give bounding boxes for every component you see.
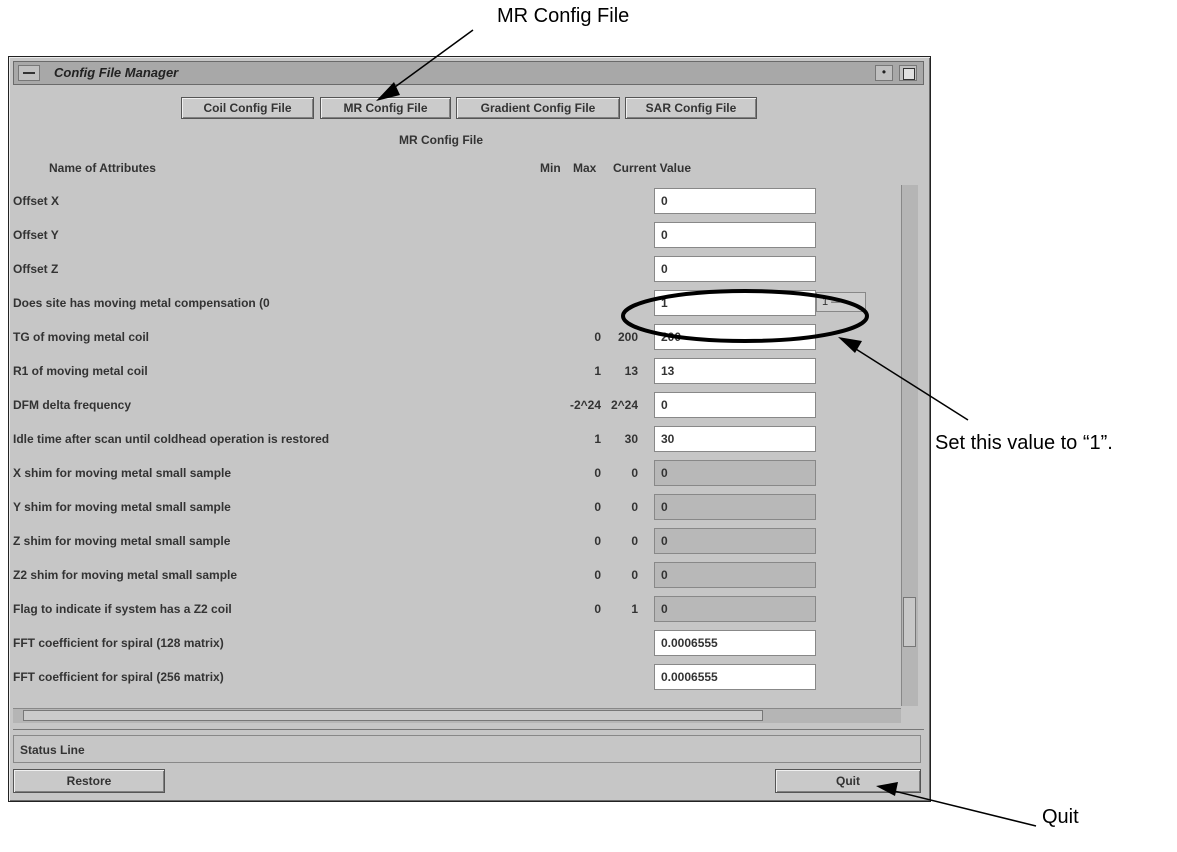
attribute-name: DFM delta frequency: [13, 398, 132, 412]
attribute-min: 0: [594, 330, 601, 344]
table-row: X shim for moving metal small sample 0 0 0: [9, 457, 909, 489]
title-bar[interactable]: Config File Manager •: [13, 61, 924, 85]
attribute-name: Y shim for moving metal small sample: [13, 500, 231, 514]
quit-button[interactable]: Quit: [775, 769, 921, 793]
current-value-field[interactable]: 1: [654, 290, 816, 316]
current-value-field: 0: [654, 494, 816, 520]
vertical-scroll-thumb[interactable]: [903, 597, 916, 647]
attribute-name: FFT coefficient for spiral (128 matrix): [13, 636, 224, 650]
current-value-field[interactable]: 30: [654, 426, 816, 452]
status-line: Status Line: [13, 735, 921, 763]
attribute-name: Offset Y: [13, 228, 59, 242]
window-menu-icon[interactable]: [18, 65, 40, 81]
current-value-field[interactable]: 0: [654, 256, 816, 282]
attribute-max: 0: [631, 466, 638, 480]
window-title: Config File Manager: [54, 65, 179, 80]
config-file-manager-window: Config File Manager • Coil Config File M…: [8, 56, 931, 802]
attribute-name: Z shim for moving metal small sample: [13, 534, 231, 548]
attribute-min: 0: [594, 602, 601, 616]
current-value-field[interactable]: 13: [654, 358, 816, 384]
current-value-field[interactable]: 0: [654, 222, 816, 248]
attribute-max: 13: [624, 364, 638, 378]
attribute-max: 200: [617, 330, 638, 344]
column-header-min: Min: [540, 161, 561, 175]
column-header-current-value: Current Value: [613, 161, 692, 175]
table-row: TG of moving metal coil 0 200 200: [9, 321, 909, 353]
current-value-field: 0: [654, 528, 816, 554]
tab-sar-config-file[interactable]: SAR Config File: [625, 97, 757, 119]
attribute-name: Does site has moving metal compensation …: [13, 296, 270, 310]
attribute-min: 1: [594, 364, 601, 378]
callout-quit: Quit: [1042, 806, 1079, 828]
attribute-name: FFT coefficient for spiral (256 matrix): [13, 670, 224, 684]
current-value-field: 0: [654, 562, 816, 588]
current-value-field[interactable]: 0.0006555: [654, 664, 816, 690]
attribute-max: 2^24: [610, 398, 638, 412]
attribute-min: 1: [594, 432, 601, 446]
tab-coil-config-file[interactable]: Coil Config File: [181, 97, 314, 119]
callout-set-value: Set this value to “1”.: [935, 432, 1113, 454]
attribute-max: 0: [631, 500, 638, 514]
attributes-list: Offset X 0 Offset Y 0 Offset Z 0 Does site has…: [9, 185, 909, 706]
table-row: Y shim for moving metal small sample 0 0 0: [9, 491, 909, 523]
callout-mr-config-file: MR Config File: [497, 5, 630, 27]
maximize-icon[interactable]: [899, 65, 917, 81]
table-row: Offset X 0: [9, 185, 909, 217]
attribute-max: 1: [631, 602, 638, 616]
attribute-min: 0: [594, 534, 601, 548]
attribute-name: Idle time after scan until coldhead oper…: [13, 432, 330, 446]
attribute-min: 0: [594, 466, 601, 480]
attribute-name: Z2 shim for moving metal small sample: [13, 568, 238, 582]
table-row: Offset Y 0: [9, 219, 909, 251]
vertical-scrollbar[interactable]: [901, 185, 918, 706]
table-row: Offset Z 0: [9, 253, 909, 285]
attribute-name: Offset X: [13, 194, 60, 208]
current-value-field[interactable]: 0.0006555: [654, 630, 816, 656]
section-title: MR Config File: [399, 133, 483, 147]
attribute-name: R1 of moving metal coil: [13, 364, 148, 378]
attribute-max: 0: [631, 568, 638, 582]
table-row: DFM delta frequency -2^24 2^24 0: [9, 389, 909, 421]
current-value-field[interactable]: 0: [654, 188, 816, 214]
tab-gradient-config-file[interactable]: Gradient Config File: [456, 97, 620, 119]
table-row: FFT coefficient for spiral (128 matrix) 0…: [9, 627, 909, 659]
current-value-field[interactable]: 200: [654, 324, 816, 350]
table-row: R1 of moving metal coil 1 13 13: [9, 355, 909, 387]
attribute-min: 0: [594, 500, 601, 514]
attribute-min: 0: [594, 568, 601, 582]
attribute-name: Offset Z: [13, 262, 59, 276]
table-row: Flag to indicate if system has a Z2 coil…: [9, 593, 909, 625]
option-menu-button[interactable]: 1 —: [816, 292, 866, 312]
attribute-name: X shim for moving metal small sample: [13, 466, 232, 480]
attribute-name: Flag to indicate if system has a Z2 coil: [13, 602, 232, 616]
column-header-max: Max: [573, 161, 597, 175]
attribute-max: 0: [631, 534, 638, 548]
restore-button[interactable]: Restore: [13, 769, 165, 793]
horizontal-scrollbar[interactable]: [13, 708, 901, 723]
tab-mr-config-file[interactable]: MR Config File: [320, 97, 451, 119]
minimize-icon[interactable]: •: [875, 65, 893, 81]
attribute-min: -2^24: [569, 398, 601, 412]
column-header-name: Name of Attributes: [49, 161, 156, 175]
current-value-field: 0: [654, 460, 816, 486]
table-row: Z2 shim for moving metal small sample 0 0 0: [9, 559, 909, 591]
divider: [13, 729, 924, 730]
table-row: Does site has moving metal compensation …: [9, 287, 909, 319]
horizontal-scroll-thumb[interactable]: [23, 710, 763, 721]
table-row: Z shim for moving metal small sample 0 0 0: [9, 525, 909, 557]
table-row: FFT coefficient for spiral (256 matrix) 0…: [9, 661, 909, 693]
table-row: Idle time after scan until coldhead oper…: [9, 423, 909, 455]
attribute-max: 30: [624, 432, 638, 446]
current-value-field: 0: [654, 596, 816, 622]
current-value-field[interactable]: 0: [654, 392, 816, 418]
attribute-name: TG of moving metal coil: [13, 330, 150, 344]
